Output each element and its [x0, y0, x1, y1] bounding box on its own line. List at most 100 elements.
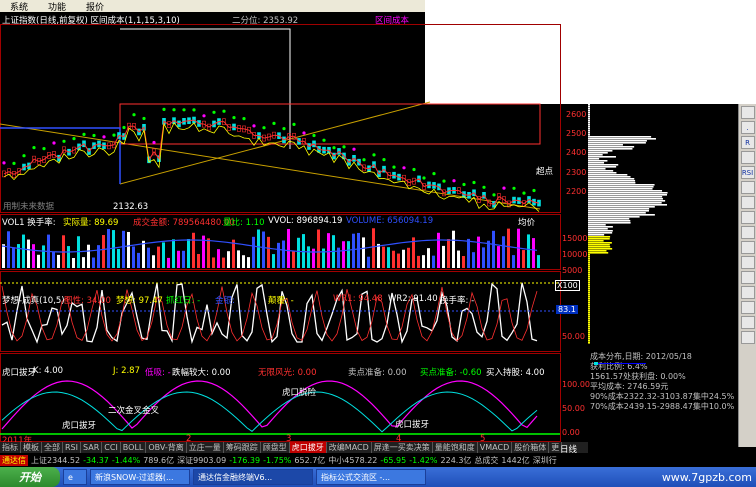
- vol-bar-96: [482, 247, 485, 268]
- vol-avg: 均价: [518, 218, 536, 228]
- dot-12: [62, 139, 66, 143]
- tab-8[interactable]: 立庄一量: [187, 442, 224, 453]
- dist-row-78: [588, 260, 590, 262]
- tiger-k: K: 4.00: [33, 366, 64, 376]
- side-button-14[interactable]: [740, 316, 755, 329]
- tab-11[interactable]: 虎口拔牙: [289, 442, 327, 453]
- future-data-hint: 用制未来数据: [3, 202, 55, 212]
- dist-row-11: [588, 126, 590, 128]
- vol-bar-50: [252, 236, 255, 268]
- tab-15[interactable]: VMACD: [478, 442, 513, 453]
- dot-32: [162, 107, 166, 111]
- menu-function[interactable]: 功能: [38, 0, 76, 13]
- menu-system[interactable]: 系统: [0, 0, 38, 13]
- dist-row-38: [588, 180, 636, 182]
- vol-bar-20: [102, 235, 105, 268]
- task-forum[interactable]: 指标公式交流区 -...: [316, 469, 426, 485]
- dist-row-116: [588, 336, 590, 338]
- sz-index[interactable]: 深证9903.09: [177, 455, 226, 466]
- tab-14[interactable]: 量能饱和度: [433, 442, 478, 453]
- tab-5[interactable]: CCI: [102, 442, 121, 453]
- dot-30: [152, 140, 156, 145]
- dot-0: [2, 161, 6, 165]
- tab-0[interactable]: 指标: [0, 442, 21, 453]
- dot-70: [352, 147, 356, 151]
- side-button-11[interactable]: [740, 271, 755, 284]
- side-button-13[interactable]: [740, 301, 755, 314]
- dist-row-66: [588, 236, 611, 238]
- side-button-9[interactable]: [740, 241, 755, 254]
- sh-index[interactable]: 上证2344.52: [31, 455, 80, 466]
- vol-bar-47: [237, 250, 240, 268]
- dot-24: [122, 125, 126, 130]
- vol-bar-49: [247, 257, 250, 268]
- vol-bar-17: [87, 244, 90, 268]
- dist-row-80: [588, 264, 590, 266]
- vol-bar-70: [352, 233, 355, 268]
- dist-row-73: [588, 250, 607, 252]
- start-button[interactable]: 开始: [0, 467, 60, 487]
- side-button-10[interactable]: [740, 256, 755, 269]
- side-button-8[interactable]: [740, 226, 755, 239]
- vol-bar-65: [327, 233, 330, 268]
- task-filter[interactable]: 新浪SNOW-过滤器(...: [90, 469, 190, 485]
- tab-6[interactable]: BOLL: [121, 442, 147, 453]
- tab-13[interactable]: 屏逢一买卖决策: [372, 442, 433, 453]
- side-button-4[interactable]: RSI: [740, 166, 755, 179]
- price-tick-2500: 2500: [566, 129, 587, 138]
- dist-row-9: [588, 122, 590, 124]
- chart-canvas: [0, 24, 561, 442]
- dist-row-76: [588, 256, 590, 258]
- task-tdx[interactable]: 通达信金融终端V6...: [193, 469, 313, 485]
- side-button-15[interactable]: [740, 331, 755, 344]
- vol-bar-25: [127, 231, 130, 268]
- tab-7[interactable]: OBV-背离: [146, 442, 187, 453]
- tab-2[interactable]: 全部: [42, 442, 63, 453]
- tab-3[interactable]: RSI: [63, 442, 81, 453]
- dist-row-112: [588, 328, 590, 330]
- menu-quote[interactable]: 报价: [76, 0, 114, 13]
- tab-1[interactable]: 模板: [21, 442, 42, 453]
- vol-bar-18: [92, 257, 95, 268]
- vol-bar-3: [17, 244, 20, 268]
- vol-bar-42: [212, 257, 215, 268]
- dist-row-103: [588, 310, 590, 312]
- dot-62: [312, 133, 316, 138]
- zx-index[interactable]: 中小4578.22: [328, 455, 377, 466]
- dist-row-3: [588, 110, 590, 112]
- vol-bar-27: [137, 252, 140, 268]
- kdj-g: WR2: 91.40: [388, 294, 438, 304]
- vol-bar-48: [242, 255, 245, 268]
- tab-4[interactable]: SAR: [81, 442, 103, 453]
- side-button-0[interactable]: [740, 106, 755, 119]
- vol-bar-54: [272, 254, 275, 268]
- dot-42: [212, 110, 216, 114]
- tab-12[interactable]: 改编MACD: [327, 442, 372, 453]
- quicklaunch[interactable]: e: [63, 469, 87, 485]
- side-button-3[interactable]: [740, 151, 755, 164]
- side-button-5[interactable]: [740, 181, 755, 194]
- dist-row-100: [588, 304, 590, 306]
- side-button-2[interactable]: R: [740, 136, 755, 149]
- vol-bar-101: [507, 228, 510, 268]
- price-line: [3, 119, 540, 205]
- dot-92: [462, 182, 466, 187]
- tab-10[interactable]: 顾盘型: [261, 442, 290, 453]
- dist-row-65: [588, 234, 605, 236]
- index-strip: 通达信 上证2344.52 -34.37 -1.44% 789.6亿 深证990…: [0, 453, 756, 467]
- sh-change: -34.37: [83, 455, 109, 465]
- side-button-12[interactable]: [740, 286, 755, 299]
- vol-bar-51: [257, 229, 260, 268]
- vol-bar-57: [287, 228, 290, 268]
- side-button-1[interactable]: .: [740, 121, 755, 134]
- tab-9[interactable]: 筹码跟踪: [224, 442, 261, 453]
- step-line: [120, 28, 291, 149]
- tab-16[interactable]: 股价箱体: [512, 442, 550, 453]
- side-button-6[interactable]: [740, 196, 755, 209]
- dist-row-57: [588, 218, 630, 220]
- dist-row-12: [588, 128, 590, 130]
- dist-row-6: [588, 116, 590, 118]
- dist-row-111: [588, 326, 590, 328]
- vol-bar-88: [442, 245, 445, 268]
- side-button-7[interactable]: [740, 211, 755, 224]
